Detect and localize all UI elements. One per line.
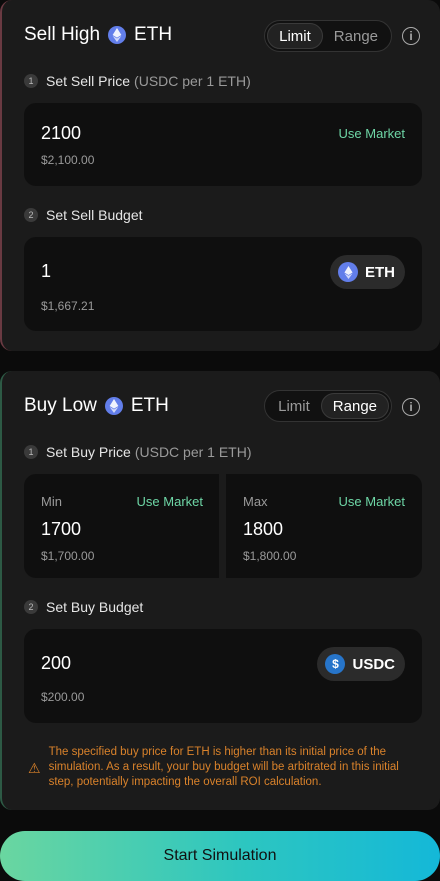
sell-token: ETH bbox=[134, 24, 173, 45]
eth-icon bbox=[338, 262, 358, 282]
buy-title: Buy Low bbox=[24, 395, 97, 416]
sell-mode-toggle: Limit Range bbox=[264, 20, 392, 52]
info-icon[interactable]: i bbox=[402, 27, 420, 45]
start-simulation-button[interactable]: Start Simulation bbox=[0, 831, 440, 881]
step-number: 2 bbox=[24, 600, 38, 614]
step-number: 2 bbox=[24, 208, 38, 222]
buy-mode-limit[interactable]: Limit bbox=[267, 393, 321, 419]
buy-card-title: Buy Low ETH bbox=[24, 395, 169, 417]
sell-budget-step: 2 Set Sell Budget bbox=[24, 207, 143, 223]
step-number: 1 bbox=[24, 445, 38, 459]
use-market-button[interactable]: Use Market bbox=[339, 494, 405, 509]
sell-budget-usd: $1,667.21 bbox=[41, 299, 95, 313]
price-warning: ⚠ The specified buy price for ETH is hig… bbox=[28, 745, 418, 790]
sell-mode-limit[interactable]: Limit bbox=[267, 23, 323, 49]
sell-price-value[interactable]: 2100 bbox=[41, 123, 81, 144]
sell-price-input-box[interactable]: 2100 $2,100.00 Use Market bbox=[24, 103, 422, 186]
use-market-button[interactable]: Use Market bbox=[137, 494, 203, 509]
buy-mode-toggle: Limit Range bbox=[264, 390, 392, 422]
step-label: Set Buy Budget bbox=[46, 599, 144, 615]
sell-high-card: Sell High ETH Limit Range i 1 Set Sell P… bbox=[0, 0, 440, 351]
max-value[interactable]: 1800 bbox=[243, 519, 283, 540]
min-value[interactable]: 1700 bbox=[41, 519, 81, 540]
buy-max-input-box[interactable]: Max Use Market 1800 $1,800.00 bbox=[226, 474, 422, 578]
sell-card-title: Sell High ETH bbox=[24, 24, 172, 46]
warning-icon: ⚠ bbox=[28, 760, 41, 776]
step-number: 1 bbox=[24, 74, 38, 88]
sell-budget-token: ETH bbox=[365, 263, 395, 281]
buy-token-pill: $ USDC bbox=[317, 647, 405, 681]
max-usd: $1,800.00 bbox=[243, 549, 297, 563]
buy-price-step: 1 Set Buy Price (USDC per 1 ETH) bbox=[24, 444, 252, 460]
buy-mode-range[interactable]: Range bbox=[320, 393, 389, 419]
sell-token-pill: ETH bbox=[330, 255, 405, 289]
buy-budget-input-box[interactable]: 200 $200.00 $ USDC bbox=[24, 629, 422, 723]
sell-price-step: 1 Set Sell Price (USDC per 1 ETH) bbox=[24, 73, 251, 89]
step-sub: (USDC per 1 ETH) bbox=[134, 444, 252, 460]
use-market-button[interactable]: Use Market bbox=[339, 126, 405, 141]
buy-budget-step: 2 Set Buy Budget bbox=[24, 599, 143, 615]
step-sub: (USDC per 1 ETH) bbox=[134, 73, 251, 89]
buy-token: ETH bbox=[130, 395, 169, 416]
warning-text: The specified buy price for ETH is highe… bbox=[48, 746, 399, 788]
buy-budget-value[interactable]: 200 bbox=[41, 653, 71, 674]
sell-mode-range[interactable]: Range bbox=[323, 23, 389, 49]
step-label: Set Sell Budget bbox=[46, 207, 143, 223]
buy-budget-token: USDC bbox=[352, 655, 395, 673]
sell-budget-input-box[interactable]: 1 $1,667.21 ETH bbox=[24, 237, 422, 331]
buy-budget-usd: $200.00 bbox=[41, 690, 85, 704]
eth-icon bbox=[104, 397, 123, 415]
min-label: Min bbox=[41, 494, 62, 509]
sell-budget-value[interactable]: 1 bbox=[41, 261, 51, 282]
sell-price-usd: $2,100.00 bbox=[41, 153, 95, 167]
usdc-icon: $ bbox=[325, 654, 346, 674]
info-icon[interactable]: i bbox=[402, 398, 420, 416]
step-label: Set Buy Price bbox=[46, 444, 131, 460]
max-label: Max bbox=[243, 494, 268, 509]
eth-icon bbox=[108, 26, 127, 44]
buy-min-input-box[interactable]: Min Use Market 1700 $1,700.00 bbox=[24, 474, 219, 578]
min-usd: $1,700.00 bbox=[41, 549, 95, 563]
step-label: Set Sell Price bbox=[46, 73, 131, 89]
sell-title: Sell High bbox=[24, 24, 101, 45]
